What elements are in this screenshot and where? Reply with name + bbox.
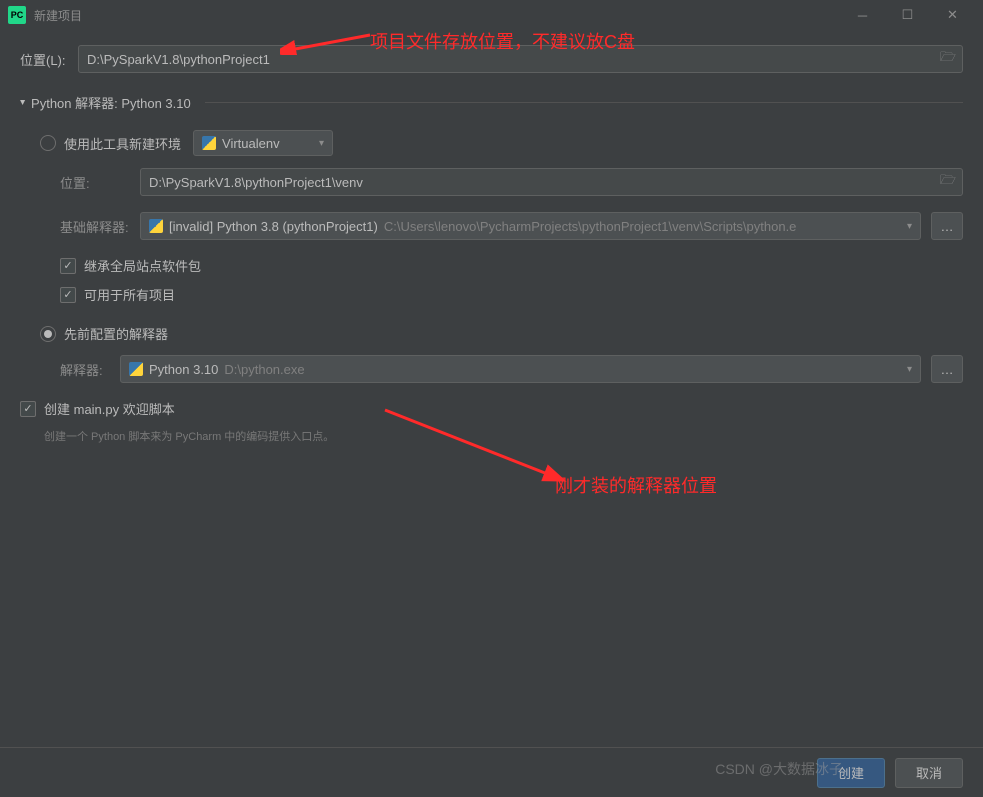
python-icon (129, 362, 143, 376)
location-value: D:\PySparkV1.8\pythonProject1 (87, 52, 270, 67)
welcome-script-label: 创建 main.py 欢迎脚本 (44, 399, 175, 418)
footer: 创建 取消 (0, 747, 983, 797)
app-icon: PC (8, 6, 26, 24)
existing-interpreter-label: 先前配置的解释器 (64, 324, 168, 343)
all-projects-checkbox[interactable] (60, 287, 76, 303)
venv-location-label: 位置: (60, 173, 130, 192)
interpreter-section-header[interactable]: ▸ Python 解释器: Python 3.10 (20, 93, 963, 112)
create-button[interactable]: 创建 (817, 758, 885, 788)
inherit-packages-label: 继承全局站点软件包 (84, 256, 201, 275)
interpreter-dropdown[interactable]: Python 3.10 D:\python.exe (120, 355, 921, 383)
env-tool-name: Virtualenv (222, 136, 280, 151)
location-input[interactable]: D:\PySparkV1.8\pythonProject1 🗁 (78, 45, 963, 73)
venv-location-input[interactable]: D:\PySparkV1.8\pythonProject1\venv 🗁 (140, 168, 963, 196)
new-env-label: 使用此工具新建环境 (64, 134, 181, 153)
base-interpreter-dropdown[interactable]: [invalid] Python 3.8 (pythonProject1) C:… (140, 212, 921, 240)
interpreter-section-title: Python 解释器: Python 3.10 (31, 93, 191, 112)
env-tool-dropdown[interactable]: Virtualenv (193, 130, 333, 156)
venv-location-value: D:\PySparkV1.8\pythonProject1\venv (149, 175, 363, 190)
base-interpreter-label: 基础解释器: (60, 217, 130, 236)
base-interpreter-more-button[interactable]: … (931, 212, 963, 240)
existing-interpreter-radio[interactable] (40, 326, 56, 342)
interpreter-more-button[interactable]: … (931, 355, 963, 383)
annotation-bottom: 刚才装的解释器位置 (555, 472, 717, 498)
divider (205, 102, 963, 103)
interpreter-name: Python 3.10 (149, 362, 218, 377)
welcome-script-checkbox[interactable] (20, 401, 36, 417)
location-label: 位置(L): (20, 50, 68, 69)
interpreter-path: D:\python.exe (224, 362, 304, 377)
virtualenv-icon (202, 136, 216, 150)
base-interpreter-path: C:\Users\lenovo\PycharmProjects\pythonPr… (384, 219, 797, 234)
titlebar: PC 新建项目 ─ ☐ ✕ (0, 0, 983, 30)
chevron-down-icon: ▸ (17, 100, 28, 105)
interpreter-label: 解释器: (60, 360, 110, 379)
minimize-button[interactable]: ─ (840, 0, 885, 30)
cancel-button[interactable]: 取消 (895, 758, 963, 788)
base-interpreter-prefix: [invalid] Python 3.8 (pythonProject1) (169, 219, 378, 234)
welcome-script-hint: 创建一个 Python 脚本来为 PyCharm 中的编码提供入口点。 (44, 428, 963, 444)
maximize-button[interactable]: ☐ (885, 0, 930, 30)
new-env-radio[interactable] (40, 135, 56, 151)
window-title: 新建项目 (34, 7, 840, 24)
venv-browse-folder-icon[interactable]: 🗁 (940, 171, 956, 193)
all-projects-label: 可用于所有项目 (84, 285, 175, 304)
close-button[interactable]: ✕ (930, 0, 975, 30)
browse-folder-icon[interactable]: 🗁 (940, 48, 956, 70)
inherit-packages-checkbox[interactable] (60, 258, 76, 274)
python-icon (149, 219, 163, 233)
